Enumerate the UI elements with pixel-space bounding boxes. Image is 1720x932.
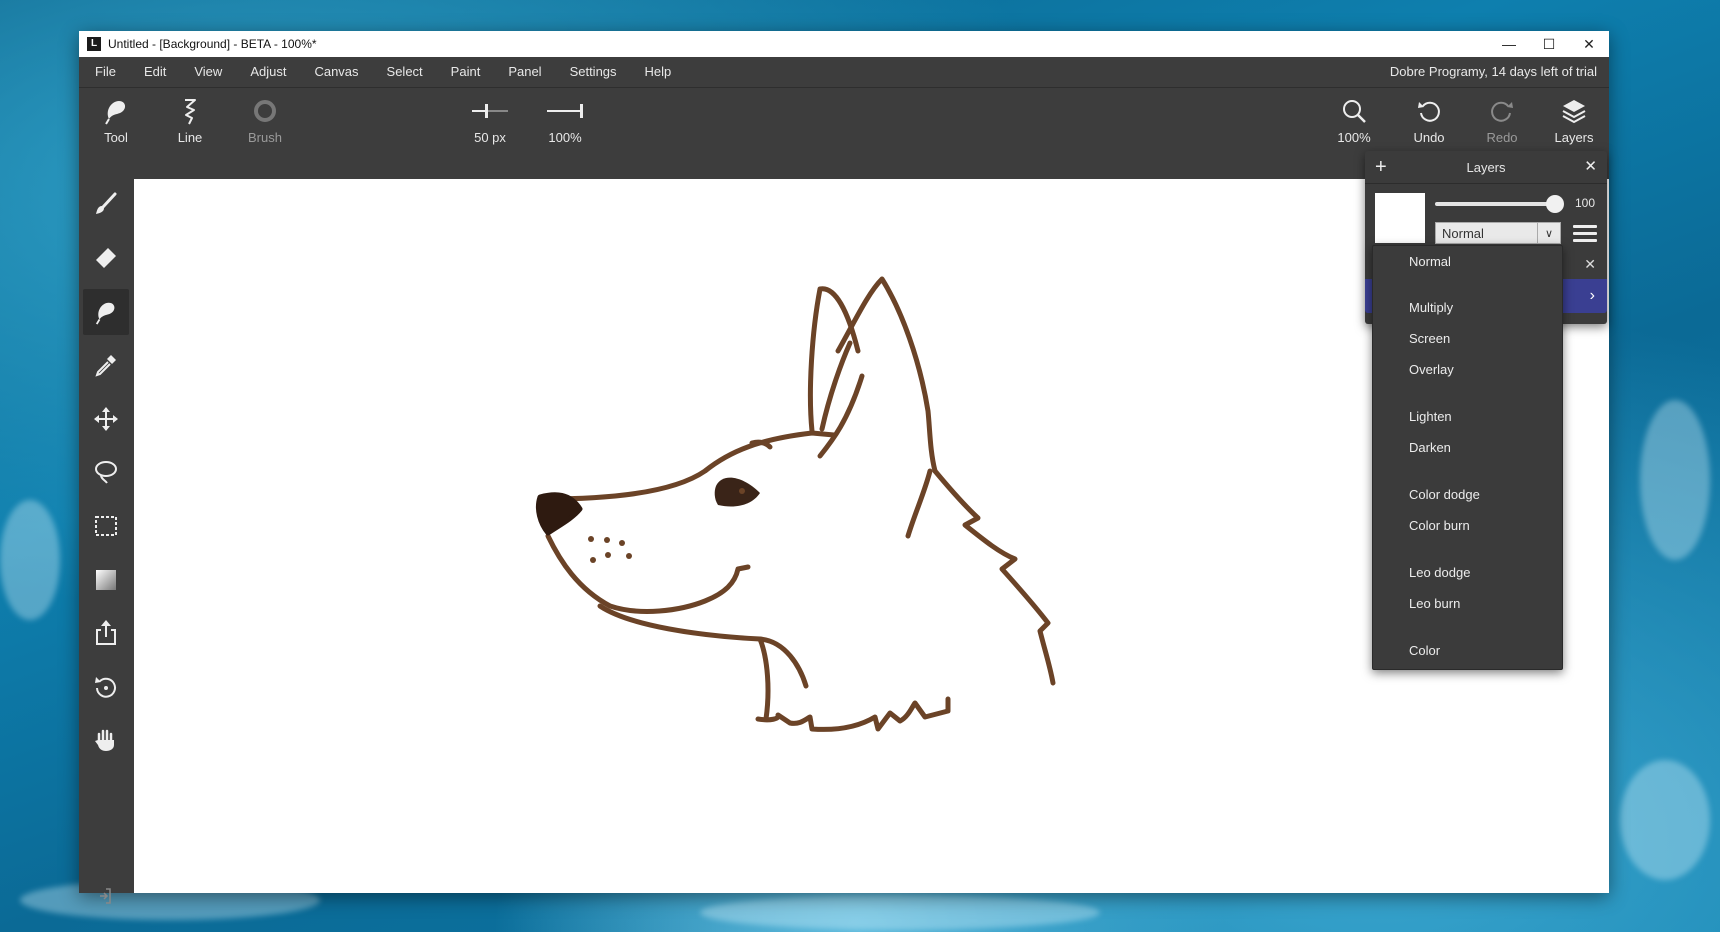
delete-layer-icon[interactable]: ✕ (1584, 256, 1596, 273)
move-icon[interactable] (83, 396, 129, 442)
blend-mode-value: Normal (1442, 226, 1484, 241)
blend-option-color-dodge[interactable]: Color dodge (1409, 487, 1480, 502)
blend-mode-select[interactable]: Normal ∨ (1435, 222, 1561, 244)
undo-label: Undo (1413, 130, 1445, 145)
tool-button[interactable]: Tool (81, 96, 151, 145)
menu-canvas[interactable]: Canvas (300, 57, 372, 87)
opacity-value: 100% (548, 130, 582, 145)
undo-icon (1394, 96, 1464, 126)
blend-option-normal[interactable]: Normal (1409, 254, 1451, 269)
collapse-icon[interactable] (83, 873, 129, 919)
menu-settings[interactable]: Settings (556, 57, 631, 87)
menu-view[interactable]: View (180, 57, 236, 87)
line-squiggle-icon (155, 96, 225, 126)
blend-option-multiply[interactable]: Multiply (1409, 300, 1453, 315)
smudge-icon[interactable] (83, 289, 129, 335)
rotate-icon[interactable] (83, 664, 129, 710)
chevron-down-icon: ∨ (1537, 223, 1560, 243)
menu-panel[interactable]: Panel (494, 57, 555, 87)
size-slider-icon (455, 96, 525, 126)
add-layer-button[interactable]: + (1375, 156, 1387, 179)
gradient-icon[interactable] (83, 557, 129, 603)
magnifier-icon (1319, 96, 1389, 126)
opacity-slider-value: 100 (1574, 196, 1595, 210)
menu-edit[interactable]: Edit (130, 57, 180, 87)
brush-button[interactable]: Brush (230, 96, 300, 145)
blend-option-screen[interactable]: Screen (1409, 331, 1450, 346)
maximize-button[interactable]: ☐ (1529, 31, 1569, 57)
brush-tool-icon (81, 96, 151, 126)
redo-button[interactable]: Redo (1467, 96, 1537, 145)
blend-mode-dropdown: Normal Multiply Screen Overlay Lighten D… (1372, 245, 1563, 670)
eyedropper-icon[interactable] (83, 342, 129, 388)
blend-option-leo-dodge[interactable]: Leo dodge (1409, 565, 1470, 580)
layers-panel-title: Layers (1466, 159, 1506, 175)
line-label: Line (177, 130, 203, 145)
left-toolbox (79, 179, 134, 904)
tool-label: Tool (104, 130, 128, 145)
redo-label: Redo (1486, 130, 1518, 145)
trial-status: Dobre Programy, 14 days left of trial (1389, 64, 1597, 79)
close-button[interactable]: ✕ (1569, 31, 1609, 57)
brush-icon[interactable] (83, 181, 129, 227)
layer-thumbnail[interactable] (1375, 193, 1425, 243)
marquee-icon[interactable] (83, 503, 129, 549)
menu-bar: File Edit View Adjust Canvas Select Pain… (79, 57, 1609, 87)
line-button[interactable]: Line (155, 96, 225, 145)
hand-icon[interactable] (83, 717, 129, 763)
brush-ring-icon (230, 96, 300, 126)
layers-button[interactable]: Layers (1539, 96, 1609, 145)
opacity-control[interactable]: 100% (530, 96, 600, 145)
lasso-icon[interactable] (83, 449, 129, 495)
redo-icon (1467, 96, 1537, 126)
blend-option-lighten[interactable]: Lighten (1409, 409, 1452, 424)
brush-label: Brush (248, 130, 282, 145)
opacity-slider-thumb[interactable] (1546, 195, 1564, 213)
menu-help[interactable]: Help (631, 57, 686, 87)
undo-button[interactable]: Undo (1394, 96, 1464, 145)
zoom-button[interactable]: 100% (1319, 96, 1389, 145)
close-layers-panel-button[interactable]: ✕ (1584, 157, 1597, 175)
size-value: 50 px (474, 130, 506, 145)
blend-option-darken[interactable]: Darken (1409, 440, 1451, 455)
opacity-slider-track[interactable] (1435, 202, 1551, 206)
layer-options-menu-icon[interactable] (1573, 221, 1597, 246)
title-bar: L Untitled - [Background] - BETA - 100%*… (79, 31, 1609, 57)
app-logo-icon: L (87, 37, 101, 51)
menu-adjust[interactable]: Adjust (236, 57, 300, 87)
chevron-right-icon[interactable]: › (1590, 287, 1595, 305)
layers-panel-header: + Layers ✕ (1365, 151, 1607, 184)
opacity-slider-icon (530, 96, 600, 126)
eraser-icon[interactable] (83, 235, 129, 281)
blend-option-leo-burn[interactable]: Leo burn (1409, 596, 1460, 611)
export-icon[interactable] (83, 610, 129, 656)
menu-paint[interactable]: Paint (437, 57, 495, 87)
zoom-value: 100% (1337, 130, 1371, 145)
menu-file[interactable]: File (79, 57, 130, 87)
layers-stack-icon (1539, 96, 1609, 126)
blend-option-overlay[interactable]: Overlay (1409, 362, 1454, 377)
menu-select[interactable]: Select (373, 57, 437, 87)
size-control[interactable]: 50 px (455, 96, 525, 145)
blend-option-color[interactable]: Color (1409, 643, 1440, 658)
layers-label: Layers (1554, 130, 1594, 145)
blend-option-color-burn[interactable]: Color burn (1409, 518, 1470, 533)
minimize-button[interactable]: — (1489, 31, 1529, 57)
window-title: Untitled - [Background] - BETA - 100%* (108, 37, 317, 51)
